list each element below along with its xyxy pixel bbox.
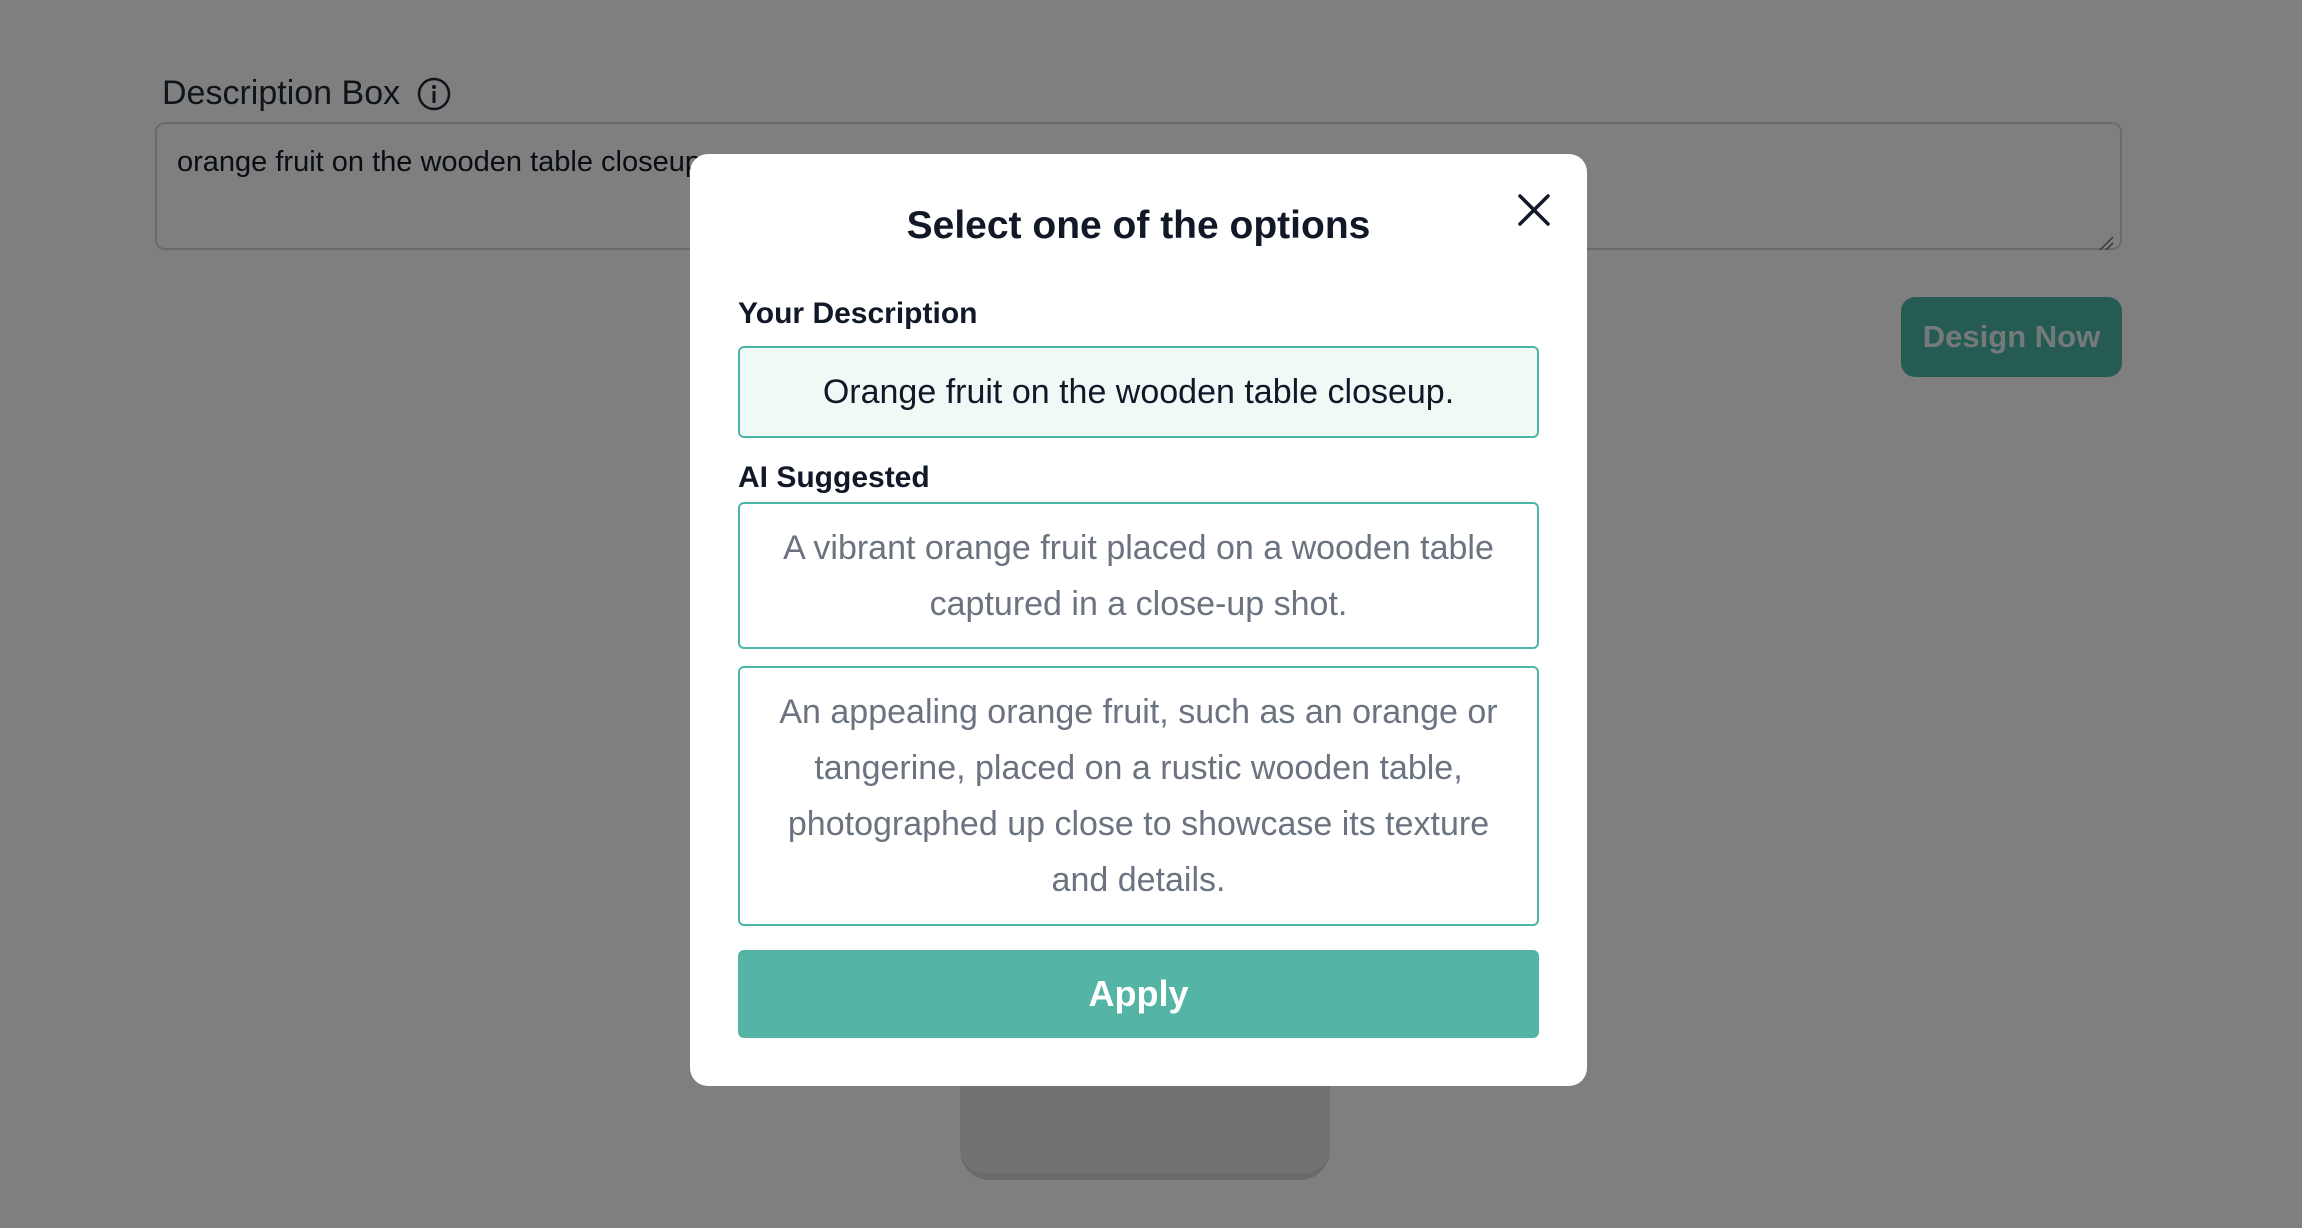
ai-suggested-label: AI Suggested: [738, 461, 930, 494]
modal-title: Select one of the options: [906, 204, 1371, 247]
page: Description Box orange fruit on the wood…: [0, 0, 2302, 1228]
close-button[interactable]: [1512, 188, 1556, 232]
apply-button[interactable]: Apply: [738, 950, 1539, 1038]
your-description-label: Your Description: [738, 297, 978, 330]
ai-suggestion-option-1[interactable]: A vibrant orange fruit placed on a woode…: [738, 502, 1539, 649]
options-modal: Select one of the options Your Descripti…: [690, 154, 1587, 1086]
ai-suggestion-option-2[interactable]: An appealing orange fruit, such as an or…: [738, 666, 1539, 926]
ai-suggestion-text-2: An appealing orange fruit, such as an or…: [779, 693, 1498, 899]
your-description-option[interactable]: Orange fruit on the wooden table closeup…: [738, 346, 1539, 438]
close-icon: [1518, 194, 1550, 226]
your-description-text: Orange fruit on the wooden table closeup…: [822, 372, 1455, 411]
ai-suggestion-text-1: A vibrant orange fruit placed on a woode…: [783, 528, 1494, 623]
